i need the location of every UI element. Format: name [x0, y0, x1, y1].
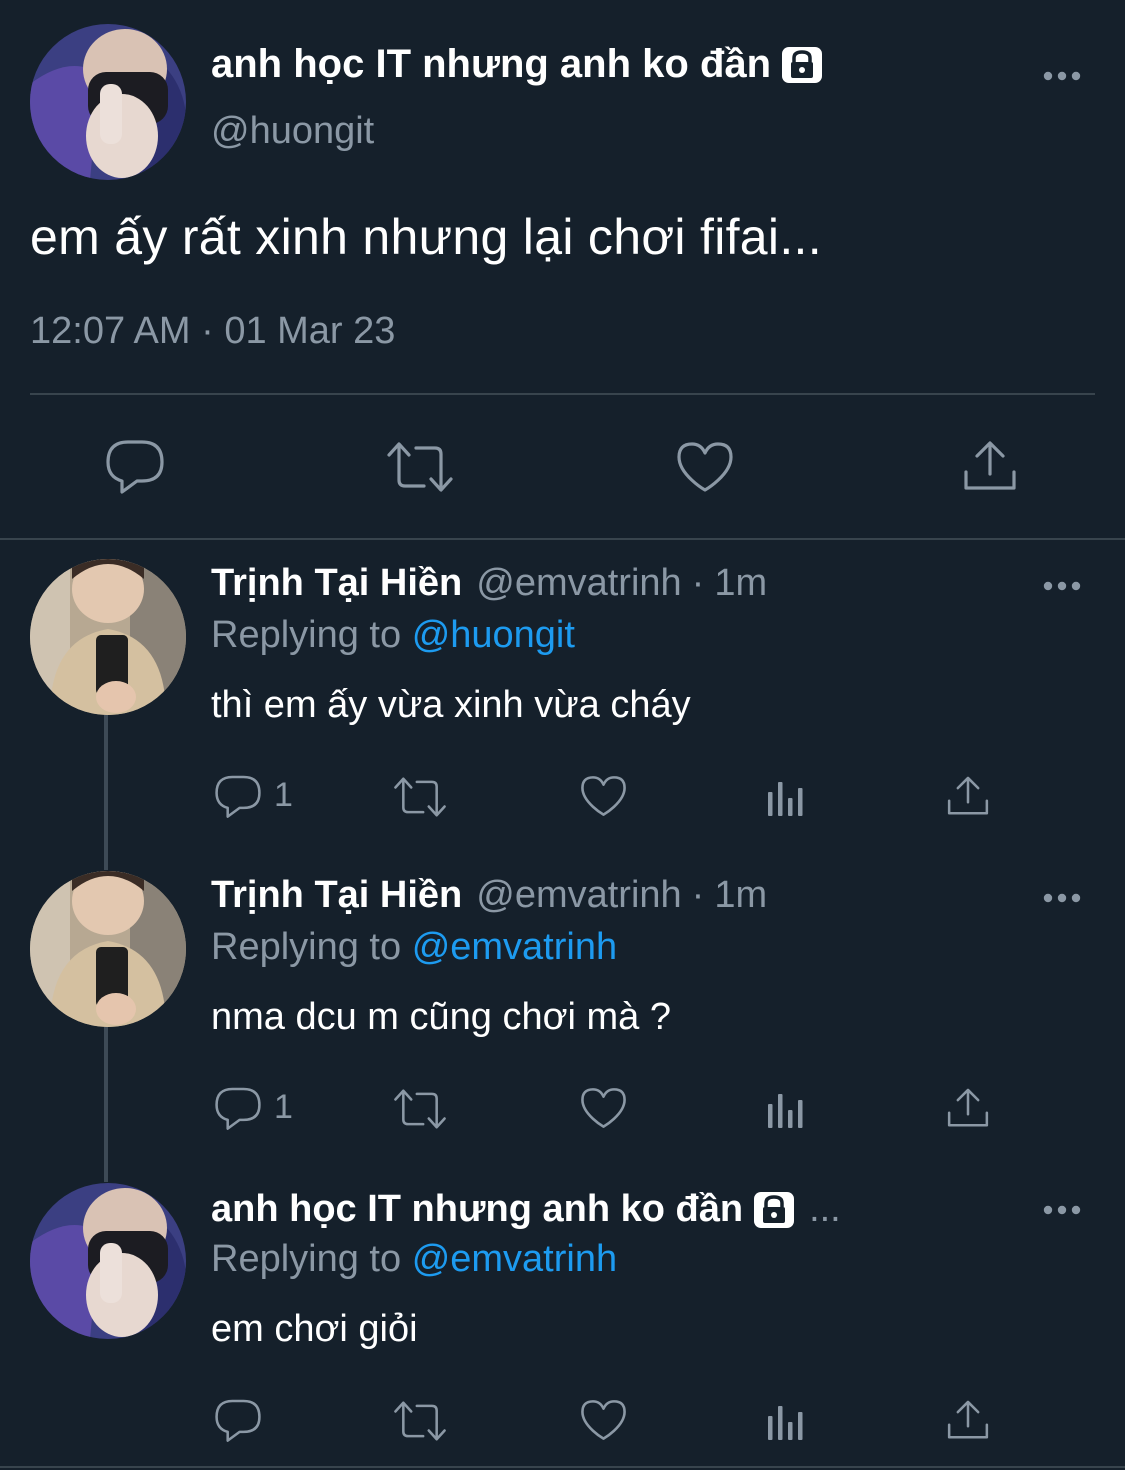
more-options-icon[interactable]	[1042, 69, 1082, 81]
reply-text: thì em ấy vừa xinh vừa cháy	[211, 684, 691, 726]
replying-label: Replying to	[211, 926, 402, 968]
like-icon[interactable]	[580, 1086, 627, 1130]
retweet-icon[interactable]	[393, 775, 447, 819]
replying-to: Replying to @emvatrinh	[211, 926, 617, 969]
reply-icon[interactable]	[104, 437, 166, 495]
reply-header: Trịnh Tại Hiền @emvatrinh · 1m	[211, 562, 767, 605]
reply-icon[interactable]	[213, 773, 263, 819]
like-icon[interactable]	[676, 440, 734, 494]
more-options-icon[interactable]	[1042, 891, 1082, 903]
thread-line	[104, 1024, 108, 1182]
reply-text: em chơi giỏi	[211, 1308, 418, 1350]
reply-time[interactable]: 1m	[714, 562, 767, 605]
divider	[30, 393, 1095, 395]
divider	[0, 1466, 1125, 1468]
share-icon[interactable]	[946, 1398, 990, 1442]
author-name[interactable]: anh học IT nhưng anh ko đần	[211, 42, 823, 87]
tweet-timestamp[interactable]: 12:07 AM · 01 Mar 23	[30, 310, 395, 353]
reply-time[interactable]: 1m	[714, 874, 767, 917]
more-options-icon[interactable]	[1042, 579, 1082, 591]
reply-text: nma dcu m cũng chơi mà ?	[211, 996, 672, 1038]
reply-avatar[interactable]	[30, 871, 186, 1027]
replying-to-link[interactable]: @emvatrinh	[412, 926, 617, 968]
author-avatar[interactable]	[30, 24, 186, 180]
truncation-ellipsis: ...	[809, 1188, 841, 1230]
reply-header: Trịnh Tại Hiền @emvatrinh · 1m	[211, 874, 767, 917]
replying-to: Replying to @emvatrinh	[211, 1238, 617, 1281]
retweet-icon[interactable]	[393, 1399, 447, 1443]
author-handle[interactable]: @huongit	[211, 110, 374, 153]
analytics-icon[interactable]	[766, 1402, 806, 1442]
lock-icon	[781, 45, 823, 85]
like-icon[interactable]	[580, 1398, 627, 1442]
replying-to: Replying to @huongit	[211, 614, 575, 657]
author-name-text: anh học IT nhưng anh ko đần	[211, 42, 772, 86]
reply-avatar[interactable]	[30, 559, 186, 715]
separator: ·	[691, 562, 705, 604]
analytics-icon[interactable]	[766, 778, 806, 818]
replying-to-link[interactable]: @huongit	[412, 614, 575, 656]
separator: ·	[691, 874, 705, 916]
lock-icon	[753, 1190, 795, 1230]
reply-count: 1	[274, 1088, 293, 1126]
reply-author-handle[interactable]: @emvatrinh	[476, 562, 681, 605]
analytics-icon[interactable]	[766, 1090, 806, 1130]
thread-line	[104, 712, 108, 870]
reply-author-name[interactable]: anh học IT nhưng anh ko đần	[211, 1188, 743, 1231]
reply-author-name[interactable]: Trịnh Tại Hiền	[211, 562, 462, 605]
share-icon[interactable]	[946, 774, 990, 818]
reply-author-handle[interactable]: @emvatrinh	[476, 874, 681, 917]
reply-icon[interactable]	[213, 1397, 263, 1443]
retweet-icon[interactable]	[386, 440, 454, 494]
reply-header: anh học IT nhưng anh ko đần ...	[211, 1188, 841, 1231]
more-options-icon[interactable]	[1042, 1203, 1082, 1215]
reply-icon[interactable]	[213, 1085, 263, 1131]
reply-author-name[interactable]: Trịnh Tại Hiền	[211, 874, 462, 917]
reply-count: 1	[274, 776, 293, 814]
share-icon[interactable]	[946, 1086, 990, 1130]
reply-avatar[interactable]	[30, 1183, 186, 1339]
like-icon[interactable]	[580, 774, 627, 818]
retweet-icon[interactable]	[393, 1087, 447, 1131]
replying-label: Replying to	[211, 1238, 402, 1280]
replying-to-link[interactable]: @emvatrinh	[412, 1238, 617, 1280]
divider	[0, 538, 1125, 540]
replying-label: Replying to	[211, 614, 402, 656]
share-icon[interactable]	[962, 438, 1018, 494]
tweet-text: em ấy rất xinh nhưng lại chơi fifai...	[30, 209, 822, 265]
